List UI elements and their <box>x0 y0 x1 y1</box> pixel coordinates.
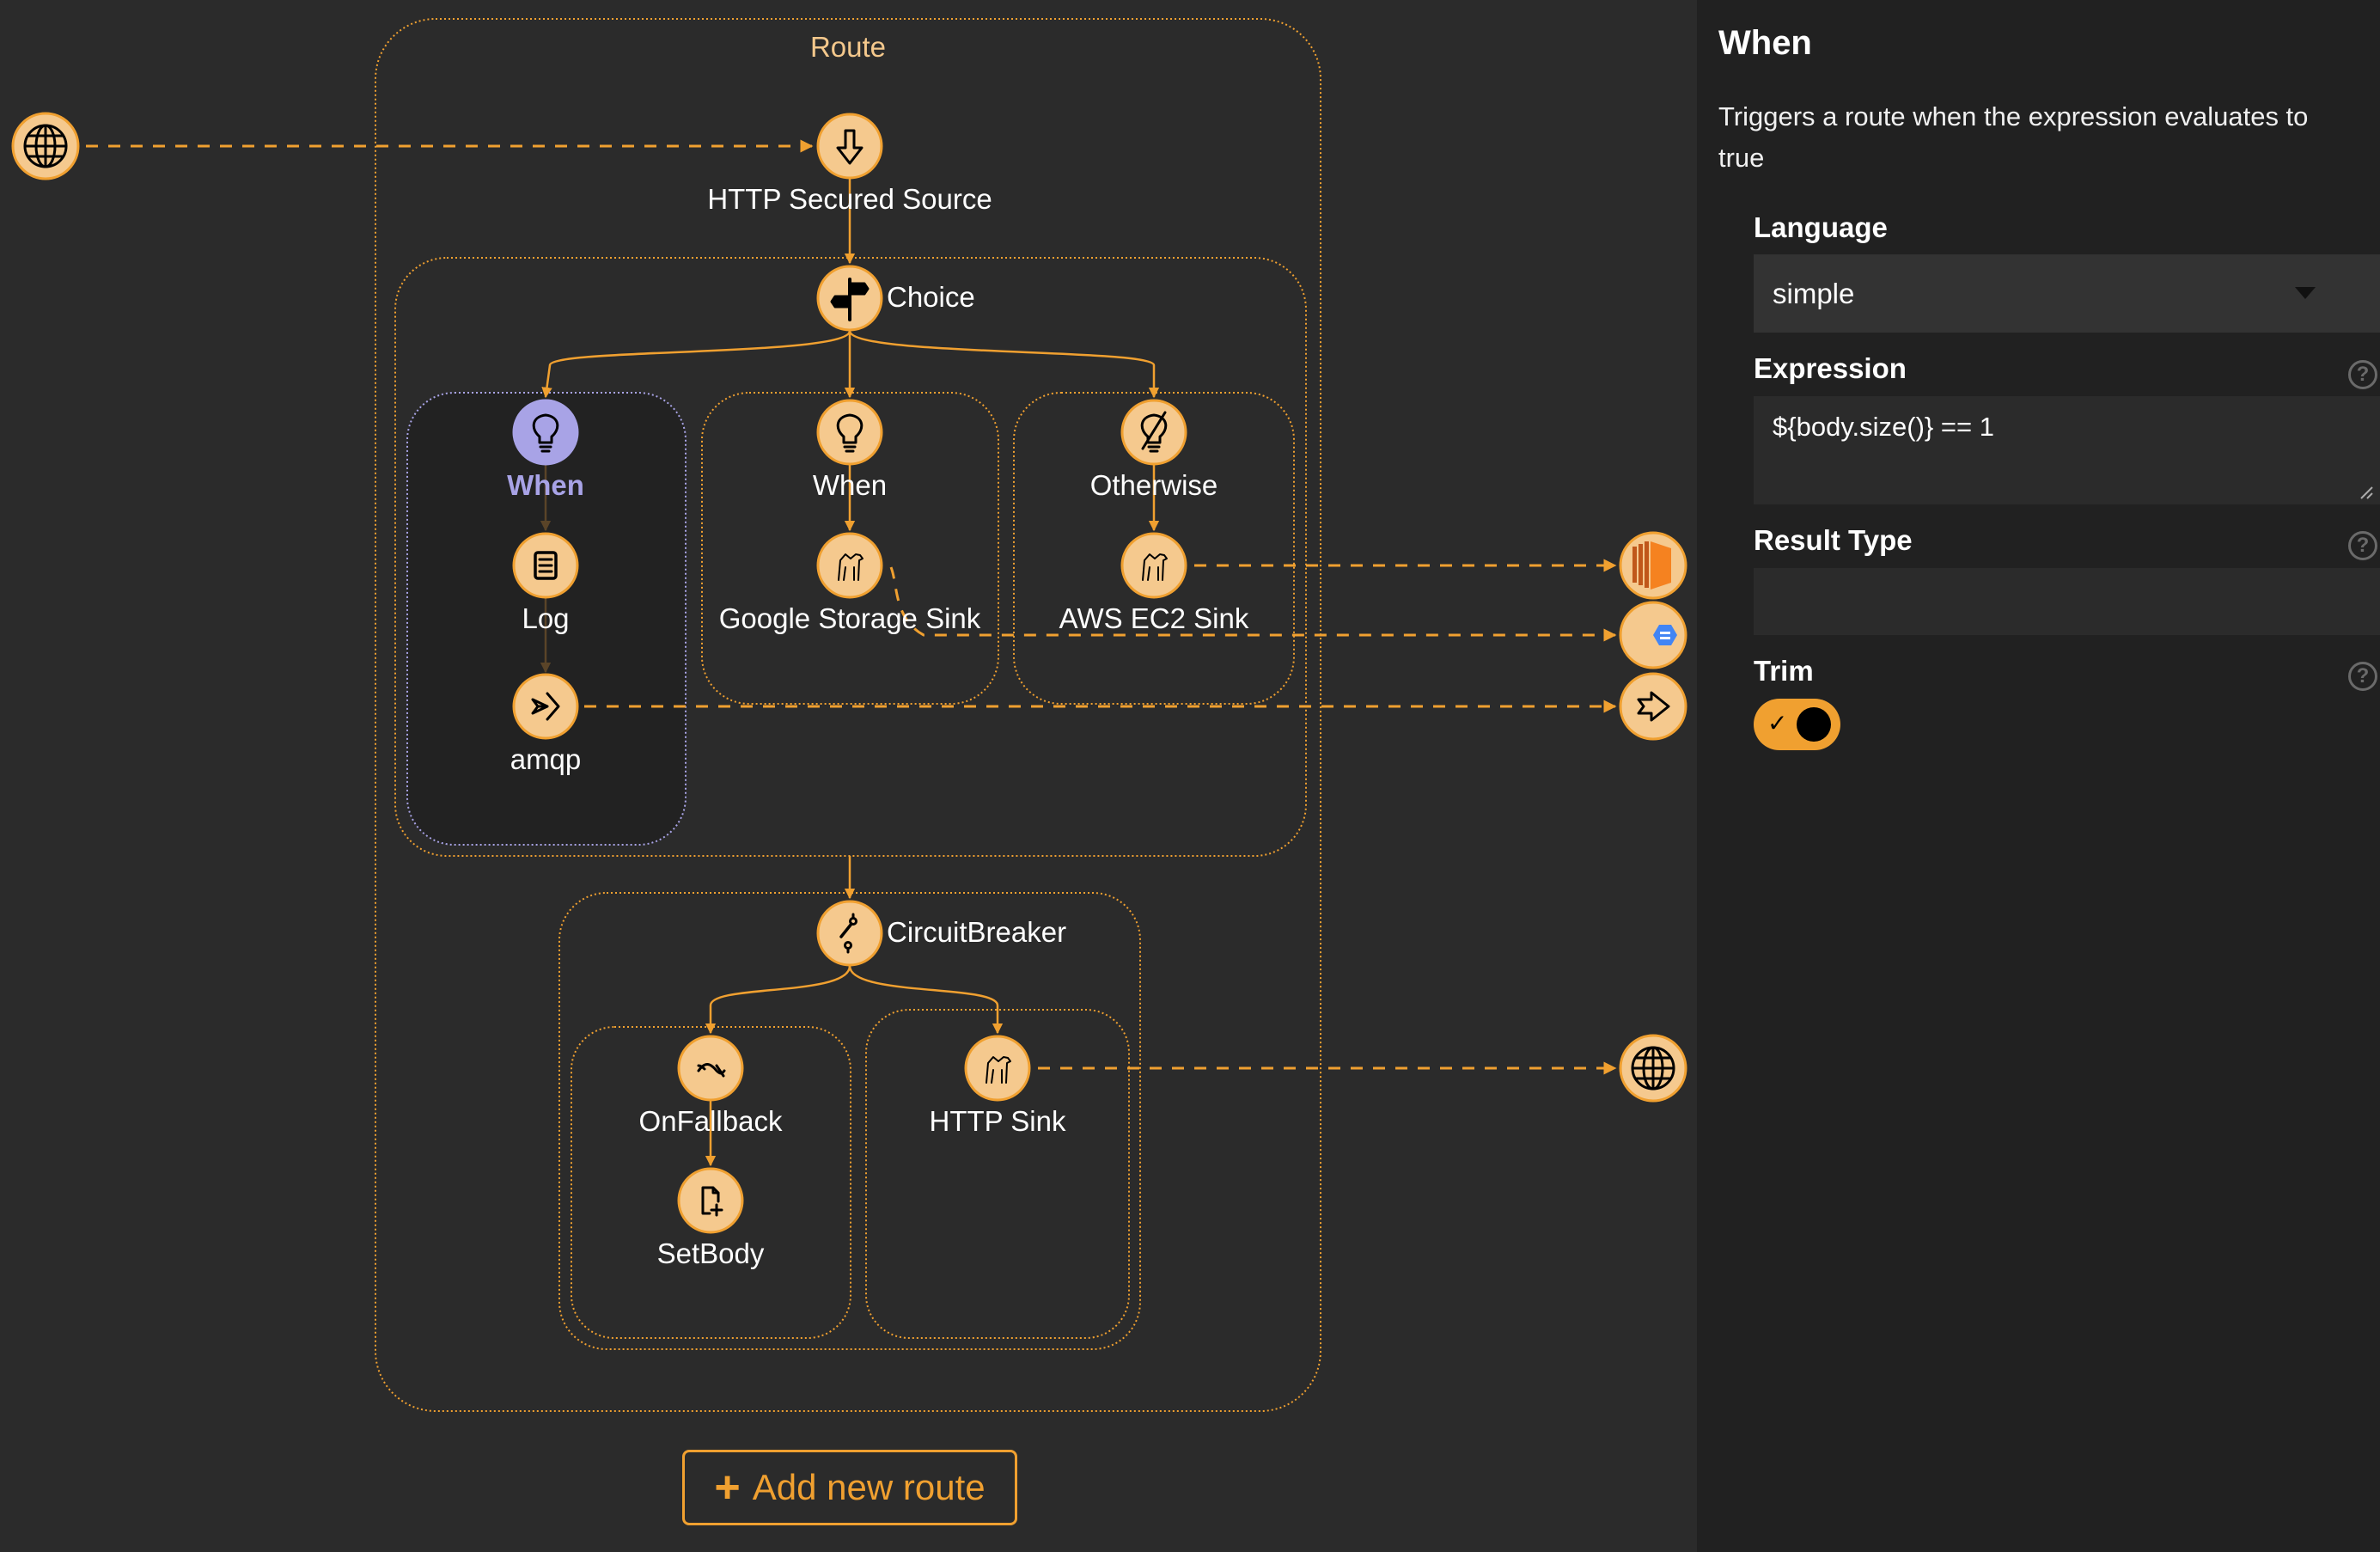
result-type-field[interactable] <box>1754 568 2380 635</box>
chevron-down-icon <box>2295 287 2316 299</box>
external-amqp-target[interactable] <box>1619 672 1687 741</box>
label-http-secured-source: HTTP Secured Source <box>707 183 992 215</box>
node-when-1-selected[interactable] <box>512 399 579 466</box>
label-when-1: When <box>507 469 584 501</box>
add-new-route-label: Add new route <box>752 1467 986 1507</box>
language-value: simple <box>1773 278 1855 309</box>
language-select[interactable]: simple <box>1754 254 2380 333</box>
route-label: Route <box>810 31 886 63</box>
expression-help-icon[interactable]: ? <box>2348 360 2377 389</box>
label-log: Log <box>522 602 569 634</box>
globe-icon <box>23 124 68 168</box>
node-circuit-breaker[interactable] <box>816 900 883 967</box>
language-label: Language <box>1754 211 1888 243</box>
panel-description: Triggers a route when the expression eva… <box>1718 101 2309 173</box>
edge-cb-to-http-sink <box>848 965 1004 1035</box>
edge-gcs-sink-to-gcs <box>889 566 1617 642</box>
toggle-knob <box>1797 707 1831 742</box>
trim-label: Trim <box>1754 655 1814 687</box>
node-http-secured-source[interactable] <box>816 113 883 180</box>
add-new-route-button[interactable]: + Add new route <box>682 1450 1017 1525</box>
edge-choice-to-otherwise <box>848 330 1160 399</box>
label-circuit-breaker: CircuitBreaker <box>887 916 1066 948</box>
label-when-2: When <box>813 469 887 501</box>
node-aws-ec2-sink[interactable] <box>1120 532 1187 599</box>
label-amqp: amqp <box>510 743 582 775</box>
route-diagram: Route HTTP Secured Source Choice When Lo… <box>11 18 1687 1412</box>
trim-help-icon[interactable]: ? <box>2348 662 2377 691</box>
check-icon: ✓ <box>1767 710 1788 736</box>
trim-toggle[interactable]: ✓ <box>1754 699 1840 750</box>
result-type-help-icon[interactable]: ? <box>2348 531 2377 560</box>
result-type-label: Result Type <box>1754 524 1913 556</box>
globe-icon <box>1631 1046 1675 1091</box>
plus-icon: + <box>714 1463 741 1512</box>
panel-title: When <box>1718 24 1812 62</box>
expression-label: Expression <box>1754 352 1907 384</box>
label-on-fallback: OnFallback <box>639 1105 783 1137</box>
label-http-sink: HTTP Sink <box>930 1105 1066 1137</box>
edge-cb-to-onfallback <box>705 965 851 1035</box>
properties-panel: When Triggers a route when the expressio… <box>1697 0 2380 1552</box>
node-http-sink[interactable] <box>964 1035 1031 1102</box>
expression-value: ${body.size()} == 1 <box>1773 412 1994 442</box>
label-set-body: SetBody <box>657 1237 765 1269</box>
node-google-storage-sink[interactable] <box>816 532 883 599</box>
node-set-body[interactable] <box>677 1167 744 1234</box>
label-google-storage-sink: Google Storage Sink <box>719 602 981 634</box>
node-when-2[interactable] <box>816 399 883 466</box>
expression-field[interactable]: ${body.size()} == 1 <box>1754 396 2380 504</box>
resize-handle-icon[interactable] <box>2358 484 2373 499</box>
node-on-fallback[interactable] <box>677 1035 744 1102</box>
label-aws-ec2-sink: AWS EC2 Sink <box>1059 602 1249 634</box>
label-choice: Choice <box>887 281 975 313</box>
edge-choice-to-when-1 <box>541 330 851 399</box>
label-otherwise: Otherwise <box>1090 469 1218 501</box>
route-canvas: Route HTTP Secured Source Choice When Lo… <box>0 0 1697 1552</box>
